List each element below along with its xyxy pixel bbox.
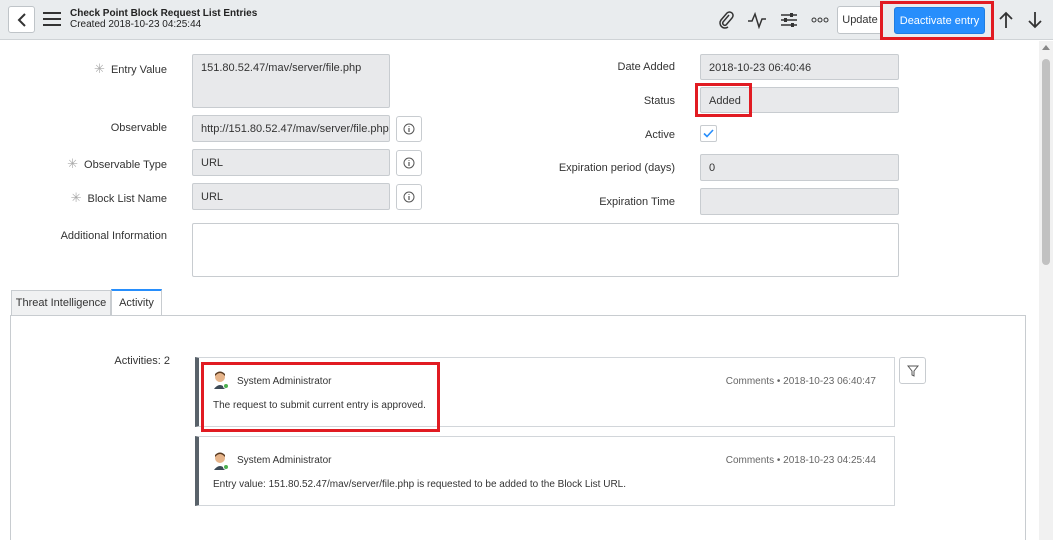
- required-icon: ✳: [67, 156, 79, 171]
- activity-tab-panel: [10, 315, 1026, 540]
- status-label: Status: [643, 95, 675, 107]
- record-title: Check Point Block Request List Entries: [70, 8, 258, 19]
- observable-label: Observable: [110, 122, 167, 134]
- avatar: [214, 452, 229, 470]
- activity-user[interactable]: System Administrator: [237, 455, 331, 466]
- info-icon: [403, 191, 415, 203]
- more-options-icon[interactable]: [808, 8, 832, 32]
- observable-type-field[interactable]: URL: [192, 149, 390, 176]
- tab-activity[interactable]: Activity: [111, 289, 162, 315]
- activity-text: Entry value: 151.80.52.47/mav/server/fil…: [213, 479, 627, 490]
- active-label: Active: [645, 129, 675, 141]
- scroll-up-icon[interactable]: [1042, 45, 1050, 50]
- additional-information-textarea[interactable]: [192, 223, 899, 277]
- additional-information-label: Additional Information: [60, 230, 167, 242]
- activity-user[interactable]: System Administrator: [237, 376, 331, 387]
- form-header: Check Point Block Request List Entries C…: [0, 0, 1053, 40]
- filter-icon: [906, 365, 919, 377]
- activity-meta: Comments • 2018-10-23 04:25:44: [725, 455, 876, 466]
- activity-entry: System Administrator Comments • 2018-10-…: [195, 357, 895, 427]
- entry-value-label: ✳ Entry Value: [94, 61, 167, 76]
- settings-sliders-icon[interactable]: [777, 8, 801, 32]
- active-checkbox[interactable]: [700, 125, 717, 142]
- activity-text: The request to submit current entry is a…: [213, 400, 426, 411]
- arrow-down-icon[interactable]: [1023, 8, 1047, 32]
- back-button[interactable]: [8, 6, 35, 33]
- scroll-thumb[interactable]: [1042, 59, 1050, 265]
- required-icon: ✳: [70, 190, 82, 205]
- deactivate-entry-button[interactable]: Deactivate entry: [894, 7, 985, 34]
- record-created: Created 2018-10-23 04:25:44: [70, 19, 202, 30]
- activity-entry: System Administrator Comments • 2018-10-…: [195, 436, 895, 506]
- expiration-period-label: Expiration period (days): [558, 162, 675, 174]
- expiration-time-field[interactable]: [700, 188, 899, 215]
- info-icon: [403, 157, 415, 169]
- block-list-name-field[interactable]: URL: [192, 183, 390, 210]
- activity-filter-button[interactable]: [899, 357, 926, 384]
- block-list-name-info-button[interactable]: [396, 184, 422, 210]
- menu-icon[interactable]: [43, 12, 61, 28]
- observable-field[interactable]: http://151.80.52.47/mav/server/file.php: [192, 115, 390, 142]
- header-title-block: Check Point Block Request List Entries C…: [70, 8, 257, 30]
- date-added-field[interactable]: 2018-10-23 06:40:46: [700, 54, 899, 80]
- block-list-name-label: ✳ Block List Name: [70, 190, 167, 205]
- update-button[interactable]: Update: [837, 6, 883, 34]
- entry-value-field[interactable]: 151.80.52.47/mav/server/file.php: [192, 54, 390, 108]
- observable-type-label: ✳ Observable Type: [67, 156, 167, 171]
- page-scrollbar[interactable]: [1039, 41, 1053, 540]
- tab-threat-intelligence[interactable]: Threat Intelligence: [11, 290, 111, 315]
- back-icon: [17, 12, 26, 27]
- activities-count: Activities: 2: [114, 355, 170, 367]
- activity-stream-icon[interactable]: [745, 8, 769, 32]
- activity-meta: Comments • 2018-10-23 06:40:47: [725, 376, 876, 387]
- date-added-label: Date Added: [617, 61, 676, 73]
- status-field[interactable]: Added: [700, 87, 899, 113]
- observable-info-button[interactable]: [396, 116, 422, 142]
- expiration-time-label: Expiration Time: [599, 196, 675, 208]
- observable-type-info-button[interactable]: [396, 150, 422, 176]
- info-icon: [403, 123, 415, 135]
- arrow-up-icon[interactable]: [994, 8, 1018, 32]
- paperclip-icon[interactable]: [714, 8, 738, 32]
- expiration-period-field[interactable]: 0: [700, 154, 899, 181]
- checkmark-icon: [703, 129, 714, 138]
- avatar: [214, 371, 229, 389]
- required-icon: ✳: [94, 61, 105, 76]
